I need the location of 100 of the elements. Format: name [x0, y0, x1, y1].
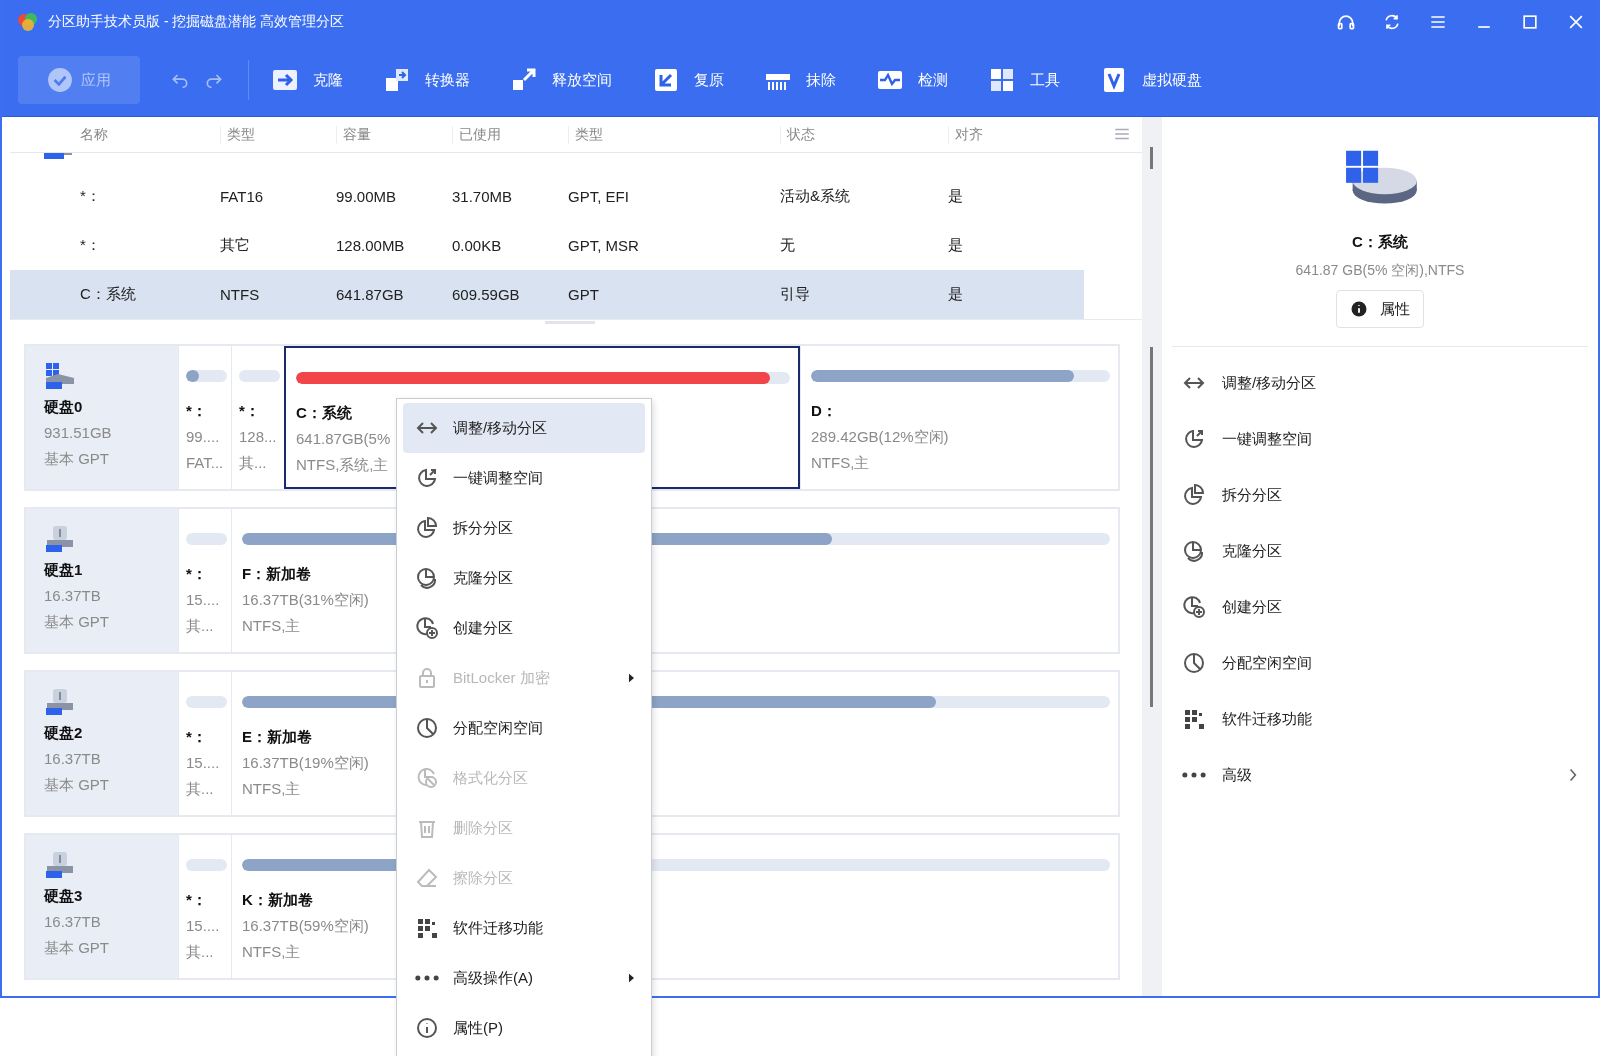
toolbar-button[interactable]: 虚拟硬盘	[1092, 60, 1210, 100]
column-header[interactable]: 类型	[568, 125, 780, 144]
scrollbar-thumb[interactable]	[1150, 347, 1153, 707]
clock-icon	[415, 716, 439, 740]
action-label: 调整/移动分区	[1222, 373, 1317, 393]
menu-item[interactable]: 软件迁移功能	[403, 903, 645, 953]
disk-info-panel[interactable]: 硬盘0 931.51GB 基本 GPT	[26, 346, 178, 489]
headphones-icon[interactable]	[1336, 12, 1356, 32]
partition-block[interactable]: *： 15.... 其...	[178, 672, 231, 815]
app-logo-icon	[16, 10, 40, 34]
action-item[interactable]: 创建分区	[1182, 579, 1578, 635]
squares-icon	[1182, 707, 1206, 731]
table-cell-text: 0.00KB	[452, 237, 503, 254]
toolbar-button[interactable]: 转换器	[375, 60, 478, 100]
partition-size: 128...	[239, 427, 277, 447]
partition-size: 16.37TB(19%空闲)	[242, 753, 369, 773]
column-header[interactable]: 对齐	[948, 125, 1064, 144]
column-header[interactable]: 状态	[780, 125, 948, 144]
table-cell-text: C：系统	[80, 285, 137, 304]
disk-style: 基本 GPT	[44, 938, 109, 958]
disk-name: 硬盘0	[44, 397, 83, 417]
pie-plus-icon	[415, 616, 439, 640]
action-item[interactable]: 软件迁移功能	[1182, 691, 1578, 747]
menu-item[interactable]: 分配空闲空间	[403, 703, 645, 753]
scrollbar-thumb[interactable]	[1150, 147, 1153, 169]
column-header[interactable]: 容量	[336, 125, 452, 144]
menu-item[interactable]: 创建分区	[403, 603, 645, 653]
action-item[interactable]: 调整/移动分区	[1182, 355, 1578, 411]
usage-bar	[186, 859, 227, 871]
pie-chart-icon	[415, 516, 439, 540]
disk-size: 16.37TB	[44, 586, 101, 606]
eraser-icon	[415, 866, 439, 890]
ssd-drive-icon	[44, 362, 76, 390]
partition-name: *：	[239, 401, 260, 421]
column-header[interactable]: 已使用	[452, 125, 568, 144]
toolbar-button[interactable]: 检测	[868, 60, 956, 100]
partition-name: *：	[186, 890, 207, 910]
pie-arrow-icon	[415, 466, 439, 490]
disk-info-panel[interactable]: 硬盘2 16.37TB 基本 GPT	[26, 672, 178, 815]
menu-label: 属性(P)	[453, 1018, 503, 1038]
action-label: 创建分区	[1222, 597, 1282, 617]
partition-info: NTFS,系统,主	[296, 455, 389, 475]
menu-label: 克隆分区	[453, 568, 513, 588]
partition-info: NTFS,主	[242, 942, 301, 962]
column-header[interactable]: 名称	[80, 125, 220, 144]
disk-info-panel[interactable]: 硬盘1 16.37TB 基本 GPT	[26, 509, 178, 652]
table-cell-text: 是	[948, 285, 964, 304]
partition-row[interactable]: C：系统 NTFS 641.87GB 609.59GB GPT 引导 是	[10, 270, 1084, 319]
partition-block[interactable]: D： 289.42GB(12%空闲) NTFS,主	[800, 346, 1118, 489]
hdd-drive-icon	[44, 525, 76, 553]
action-item[interactable]: 拆分分区	[1182, 467, 1578, 523]
partition-row[interactable]: *： FAT16 99.00MB 31.70MB GPT, EFI 活动&系统 是	[10, 172, 1084, 221]
info-icon	[415, 1016, 439, 1040]
toolbar-button[interactable]: 克隆	[263, 60, 351, 100]
action-label: 高级	[1222, 765, 1252, 785]
partition-name: *：	[186, 401, 207, 421]
partition-row[interactable]: *： 其它 128.00MB 0.00KB GPT, MSR 无 是	[10, 221, 1084, 270]
action-item[interactable]: 一键调整空间	[1182, 411, 1578, 467]
table-cell-text: GPT	[568, 286, 600, 303]
disk-style: 基本 GPT	[44, 775, 109, 795]
disk-name: 硬盘1	[44, 560, 83, 580]
menu-item[interactable]: 属性(P)	[403, 1003, 645, 1053]
maximize-icon[interactable]	[1520, 12, 1540, 32]
menu-label: 调整/移动分区	[453, 418, 548, 438]
more-icon	[1182, 772, 1206, 778]
partition-info: 其...	[186, 779, 214, 799]
partition-size: 289.42GB(12%空闲)	[811, 427, 949, 447]
table-cell-text: *：	[80, 236, 102, 255]
window-title: 分区助手技术员版 - 挖掘磁盘潜能 高效管理分区	[48, 13, 345, 31]
partition-block[interactable]: *： 15.... 其...	[178, 509, 231, 652]
partition-size: 15....	[186, 590, 220, 610]
action-item[interactable]: 分配空闲空间	[1182, 635, 1578, 691]
toolbar-button[interactable]: 释放空间	[502, 60, 620, 100]
hdd-drive-icon	[44, 688, 76, 716]
table-cell-text: 无	[780, 236, 796, 255]
grid-icon	[988, 66, 1016, 94]
partition-block[interactable]: *： 15.... 其...	[178, 835, 231, 978]
table-cell-text: *：	[80, 187, 102, 206]
action-item[interactable]: 克隆分区	[1182, 523, 1578, 579]
action-item[interactable]: 高级	[1182, 747, 1578, 803]
toolbar-button[interactable]: 工具	[980, 60, 1068, 100]
disk-size: 931.51GB	[44, 423, 112, 443]
menu-label: 删除分区	[453, 818, 513, 838]
column-header[interactable]: 类型	[220, 125, 336, 144]
partition-block[interactable]: *： 128... 其...	[231, 346, 284, 489]
menu-item[interactable]: 克隆分区	[403, 553, 645, 603]
partition-block[interactable]: *： 99.... FAT...	[178, 346, 231, 489]
partition-info: 其...	[186, 942, 214, 962]
hdd-drive-icon	[44, 851, 76, 879]
menu-item[interactable]: 调整/移动分区	[403, 403, 645, 453]
partition-name: E：新加卷	[242, 727, 312, 747]
menu-label: 拆分分区	[453, 518, 513, 538]
toolbar-button[interactable]: 复原	[644, 60, 732, 100]
partition-info: 其...	[239, 453, 267, 473]
toolbar-button[interactable]: 抹除	[756, 60, 844, 100]
usage-bar	[186, 533, 227, 545]
table-cell-text: GPT, MSR	[568, 237, 640, 254]
disk-info-panel[interactable]: 硬盘3 16.37TB 基本 GPT	[26, 835, 178, 978]
table-cell-text: 是	[948, 236, 964, 255]
properties-button[interactable]: 属性	[1336, 290, 1424, 328]
